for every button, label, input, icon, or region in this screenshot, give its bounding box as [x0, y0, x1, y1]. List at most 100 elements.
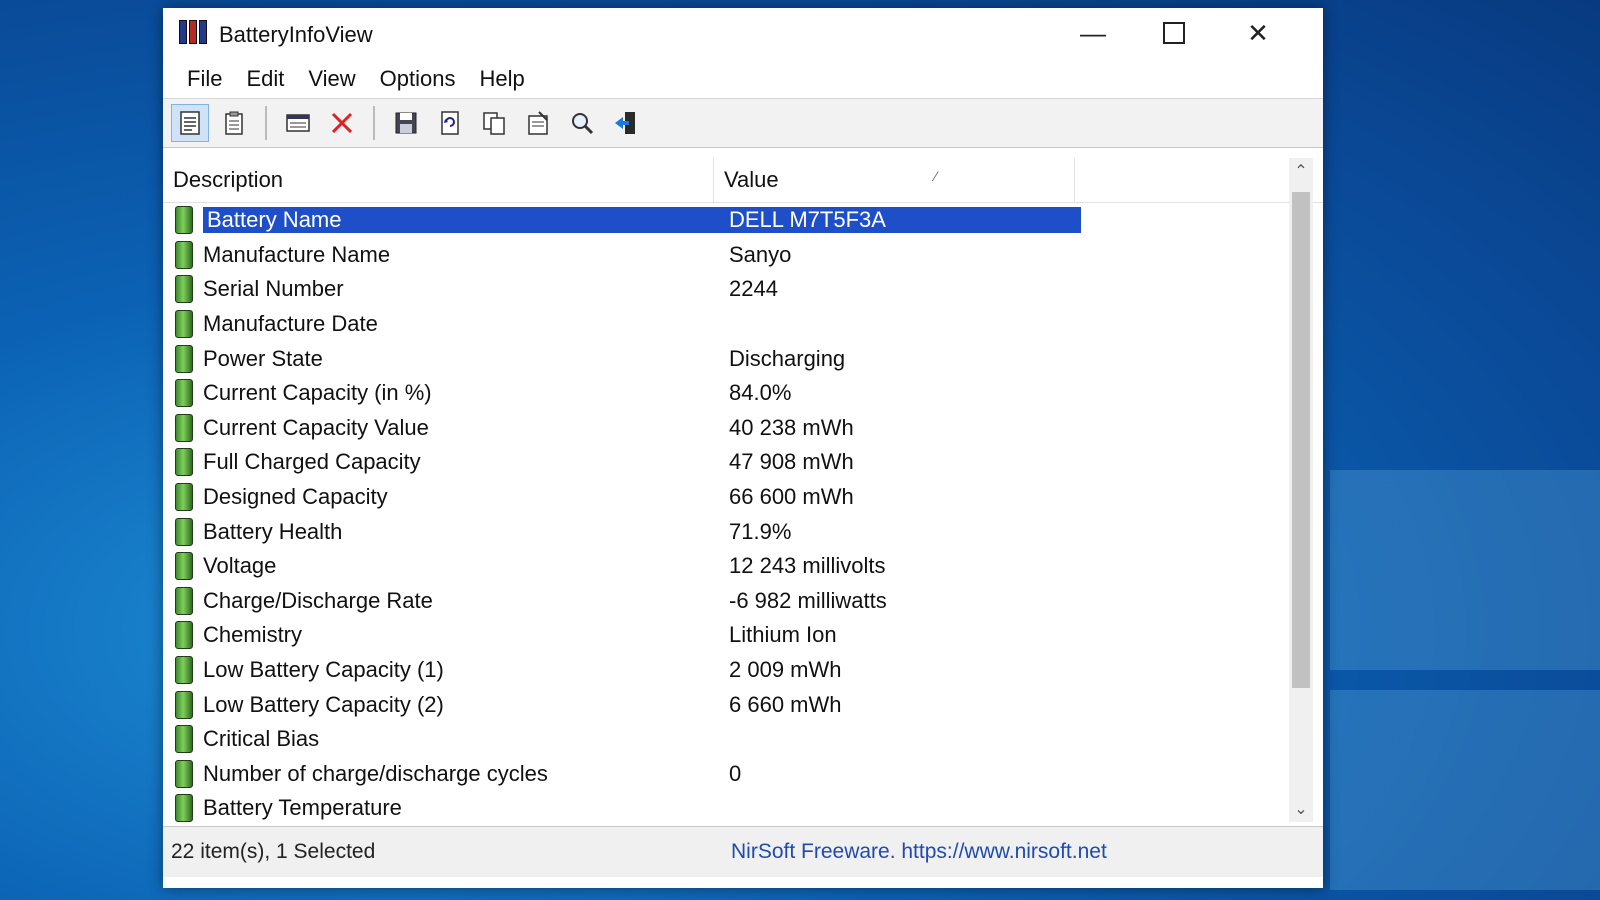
row-description: Critical Bias — [203, 726, 320, 752]
list-row[interactable]: Designed Capacity 66 600 mWh — [163, 480, 1323, 515]
battery-icon — [175, 725, 193, 754]
row-description: Battery Temperature — [203, 795, 402, 821]
column-header-value[interactable]: Value — [714, 158, 1075, 202]
menu-file[interactable]: File — [175, 64, 234, 92]
close-button[interactable]: ✕ — [1223, 12, 1293, 54]
menu-bar: File Edit View Options Help — [163, 58, 1323, 98]
battery-icon — [175, 656, 193, 685]
list-row[interactable]: Current Capacity (in %) 84.0% — [163, 376, 1323, 411]
vertical-scrollbar[interactable]: ⌃ ⌄ — [1289, 158, 1313, 822]
row-description: Current Capacity (in %) — [203, 380, 432, 406]
list-row[interactable]: Charge/Discharge Rate -6 982 milliwatts — [163, 584, 1323, 619]
html-report-button[interactable] — [171, 104, 209, 142]
properties-icon — [528, 111, 548, 135]
row-description: Low Battery Capacity (2) — [203, 691, 444, 717]
row-value: 0 — [729, 760, 742, 786]
scroll-up-icon[interactable]: ⌃ — [1289, 158, 1313, 184]
row-description: Number of charge/discharge cycles — [203, 760, 548, 786]
menu-help[interactable]: Help — [468, 64, 537, 92]
scroll-down-icon[interactable]: ⌄ — [1289, 796, 1313, 822]
list-row[interactable]: Number of charge/discharge cycles 0 — [163, 757, 1323, 792]
row-value: 6 660 mWh — [729, 691, 842, 717]
list-row[interactable]: Manufacture Date — [163, 307, 1323, 342]
status-item-count: 22 item(s), 1 Selected — [171, 840, 376, 863]
battery-icon — [175, 759, 193, 788]
list-rows: Battery Name DELL M7T5F3A Manufacture Name… — [163, 203, 1323, 822]
list-header: Description Value ⁄ — [163, 158, 1323, 203]
exit-icon — [615, 112, 635, 134]
battery-icon — [175, 206, 193, 235]
list-row[interactable]: Critical Bias — [163, 722, 1323, 757]
maximize-button[interactable] — [1139, 12, 1209, 54]
battery-icon — [175, 621, 193, 650]
battery-icon — [175, 552, 193, 581]
window-title: BatteryInfoView — [219, 22, 373, 47]
desktop-pane — [1330, 690, 1600, 890]
properties-list-button[interactable] — [279, 104, 317, 142]
scroll-thumb[interactable] — [1292, 192, 1310, 688]
title-bar[interactable]: BatteryInfoView — ✕ — [163, 8, 1323, 58]
row-value: 2 009 mWh — [729, 657, 842, 683]
delete-icon — [331, 112, 353, 134]
minimize-button[interactable]: — — [1058, 12, 1128, 54]
desktop-pane — [1330, 470, 1600, 670]
refresh-button[interactable] — [431, 104, 469, 142]
list-row[interactable]: Battery Health 71.9% — [163, 514, 1323, 549]
list-row[interactable]: Low Battery Capacity (1) 2 009 mWh — [163, 653, 1323, 688]
row-value: 66 600 mWh — [729, 484, 854, 510]
report-icon — [225, 111, 243, 135]
minimize-icon: — — [1080, 17, 1106, 48]
row-value: 47 908 mWh — [729, 449, 854, 475]
status-bar: 22 item(s), 1 Selected NirSoft Freeware.… — [163, 826, 1323, 877]
row-description: Battery Name — [203, 207, 721, 234]
report-button[interactable] — [215, 104, 253, 142]
battery-icon — [175, 483, 193, 512]
list-row[interactable]: Voltage 12 243 millivolts — [163, 549, 1323, 584]
sort-arrow-icon: ⁄ — [934, 168, 937, 184]
list-row[interactable]: Battery Name DELL M7T5F3A — [163, 203, 1323, 238]
exit-button[interactable] — [607, 104, 645, 142]
row-description: Full Charged Capacity — [203, 449, 421, 475]
properties-button[interactable] — [519, 104, 557, 142]
column-header-description[interactable]: Description — [163, 158, 714, 202]
battery-icon — [175, 310, 193, 339]
battery-icon — [175, 344, 193, 373]
save-button[interactable] — [387, 104, 425, 142]
nirsoft-link[interactable]: NirSoft Freeware. https://www.nirsoft.ne… — [731, 840, 1107, 864]
list-row[interactable]: Manufacture Name Sanyo — [163, 238, 1323, 273]
find-button[interactable] — [563, 104, 601, 142]
menu-view[interactable]: View — [296, 64, 367, 92]
list-row[interactable]: Battery Temperature — [163, 791, 1323, 822]
list-row[interactable]: Power State Discharging — [163, 341, 1323, 376]
menu-edit[interactable]: Edit — [234, 64, 296, 92]
row-value: 2244 — [729, 276, 778, 302]
list-row[interactable]: Current Capacity Value 40 238 mWh — [163, 411, 1323, 446]
delete-button[interactable] — [323, 104, 361, 142]
battery-info-list[interactable]: Description Value ⁄ Battery Name DELL M7T… — [163, 158, 1323, 822]
list-row[interactable]: Full Charged Capacity 47 908 mWh — [163, 445, 1323, 480]
save-icon — [395, 112, 417, 134]
close-icon: ✕ — [1247, 17, 1269, 48]
list-row[interactable]: Serial Number 2244 — [163, 272, 1323, 307]
html-report-icon — [180, 111, 200, 135]
toolbar — [163, 98, 1323, 148]
battery-icon — [175, 275, 193, 304]
row-description: Voltage — [203, 553, 277, 579]
toolbar-separator — [373, 106, 375, 140]
row-value: Discharging — [729, 345, 846, 371]
battery-icon — [175, 794, 193, 822]
refresh-icon — [441, 111, 459, 135]
menu-options[interactable]: Options — [368, 64, 468, 92]
list-row[interactable]: Low Battery Capacity (2) 6 660 mWh — [163, 687, 1323, 722]
row-description: Designed Capacity — [203, 484, 388, 510]
battery-icon — [175, 586, 193, 615]
row-description: Charge/Discharge Rate — [203, 587, 433, 613]
copy-button[interactable] — [475, 104, 513, 142]
column-header-value-label: Value — [724, 167, 779, 192]
list-row[interactable]: Chemistry Lithium Ion — [163, 618, 1323, 653]
row-value: 12 243 millivolts — [729, 553, 886, 579]
row-value: Lithium Ion — [729, 622, 837, 648]
battery-icon — [175, 413, 193, 442]
battery-icon — [175, 379, 193, 408]
battery-icon — [175, 690, 193, 719]
